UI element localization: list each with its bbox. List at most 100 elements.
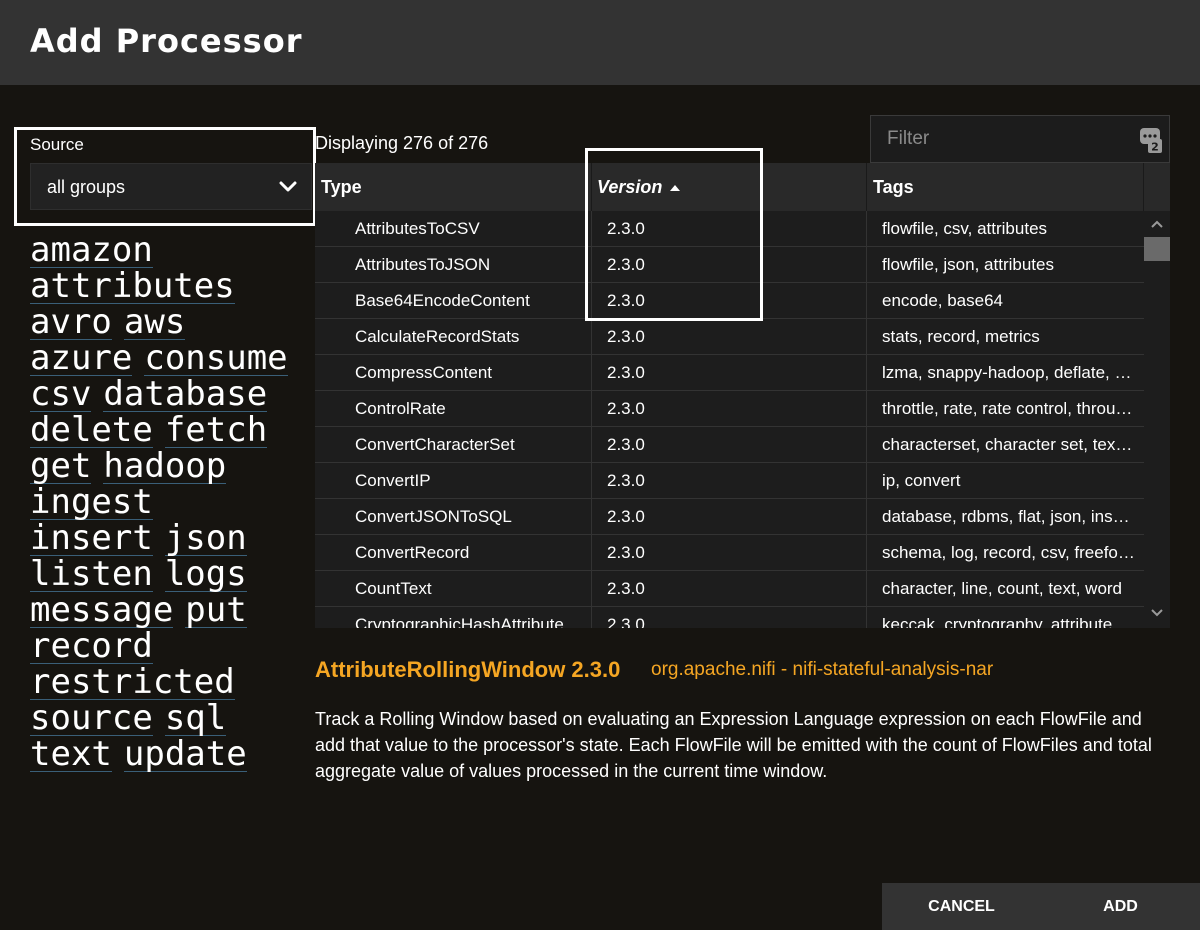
tag-cloud-line: avro aws (30, 305, 300, 341)
cell-type: ConvertJSONToSQL (315, 499, 592, 535)
filter-badge: 2 (1151, 141, 1159, 154)
cell-type: ConvertRecord (315, 535, 592, 571)
tag-cloud: amazon attributes avro aws azure consume csv da… (30, 233, 300, 773)
source-select[interactable]: all groups (30, 163, 312, 210)
cell-type: ConvertIP (315, 463, 592, 499)
cell-type: CountText (315, 571, 592, 607)
cell-tags: stats, record, metrics (882, 327, 1040, 346)
tag-link[interactable]: consume (144, 341, 288, 376)
tag-link[interactable]: avro (30, 305, 112, 340)
tag-link[interactable]: insert (30, 521, 153, 556)
scroll-up-icon[interactable] (1151, 219, 1163, 229)
cell-tags: schema, log, record, csv, freefo… (882, 543, 1135, 562)
selected-processor-bundle: org.apache.nifi - nifi-stateful-analysis… (651, 659, 994, 680)
cell-tags: lzma, snappy-hadoop, deflate, … (882, 363, 1132, 382)
tag-link[interactable]: json (164, 521, 247, 556)
tag-link[interactable]: logs (164, 557, 247, 592)
cell-type: ControlRate (315, 391, 592, 427)
tag-cloud-line: source sql (30, 701, 300, 737)
tag-link[interactable]: restricted (30, 665, 235, 700)
cell-tags: flowfile, csv, attributes (882, 219, 1048, 238)
column-header-type-label: Type (321, 177, 362, 197)
cell-type: CompressContent (315, 355, 592, 391)
table-row[interactable]: ConvertIP 2.3.0 ip, convert (315, 463, 1144, 499)
tag-cloud-line: delete fetch (30, 413, 300, 449)
cell-version: 2.3.0 (592, 499, 867, 535)
tag-link[interactable]: text (30, 737, 112, 772)
tag-link[interactable]: record (30, 629, 153, 664)
tag-link[interactable]: hadoop (103, 449, 227, 484)
cell-type: CalculateRecordStats (315, 319, 592, 355)
table-row[interactable]: ConvertCharacterSet 2.3.0 characterset, ch… (315, 427, 1144, 463)
cell-version: 2.3.0 (592, 427, 867, 463)
cell-tags: keccak, cryptography, attribute… (882, 615, 1130, 628)
cell-version: 2.3.0 (592, 391, 867, 427)
tag-link[interactable]: amazon (30, 233, 153, 268)
tag-link[interactable]: database (103, 377, 268, 412)
tag-link[interactable]: update (123, 737, 247, 772)
chevron-down-icon (279, 181, 297, 192)
tag-link[interactable]: attributes (30, 269, 235, 304)
cell-type: AttributesToJSON (315, 247, 592, 283)
grid-rows: AttributesToCSV 2.3.0 flowfile, csv, attri… (315, 211, 1144, 628)
tag-link[interactable]: aws (123, 305, 186, 340)
cell-tags: encode, base64 (882, 291, 1003, 310)
column-header-version[interactable]: Version (592, 163, 867, 211)
table-row[interactable]: AttributesToCSV 2.3.0 flowfile, csv, attri… (315, 211, 1144, 247)
cell-tags: flowfile, json, attributes (882, 255, 1054, 274)
tag-cloud-line: message put (30, 593, 300, 629)
dialog-button-bar: CANCEL ADD (882, 883, 1200, 930)
tag-cloud-line: record (30, 629, 300, 665)
selected-processor-name: AttributeRollingWindow 2.3.0 (315, 657, 621, 682)
cell-version: 2.3.0 (592, 355, 867, 391)
table-row[interactable]: CalculateRecordStats 2.3.0 stats, record, … (315, 319, 1144, 355)
tag-link[interactable]: get (30, 449, 92, 484)
tag-link[interactable]: csv (30, 377, 92, 412)
cell-version: 2.3.0 (592, 319, 867, 355)
cell-version: 2.3.0 (592, 571, 867, 607)
tag-link[interactable]: listen (30, 557, 153, 592)
tag-link[interactable]: ingest (30, 485, 153, 520)
source-select-value: all groups (47, 177, 126, 197)
column-header-type[interactable]: Type (315, 163, 592, 211)
processor-grid: Type Version Tags AttributesToCSV 2.3.0 fl… (315, 163, 1170, 628)
table-row[interactable]: AttributesToJSON 2.3.0 flowfile, json, att… (315, 247, 1144, 283)
cell-version: 2.3.0 (592, 247, 867, 283)
cell-tags: characterset, character set, tex… (882, 435, 1133, 454)
tag-link[interactable]: sql (164, 701, 227, 736)
cell-type: AttributesToCSV (315, 211, 592, 247)
tag-cloud-line: azure consume (30, 341, 300, 377)
tag-link[interactable]: put (185, 593, 247, 628)
cell-type: CryptographicHashAttribute (315, 607, 592, 628)
tag-cloud-line: get hadoop (30, 449, 300, 485)
grid-scrollbar[interactable] (1144, 211, 1170, 628)
tag-cloud-line: amazon (30, 233, 300, 269)
table-row[interactable]: Base64EncodeContent 2.3.0 encode, base64 (315, 283, 1144, 319)
table-row[interactable]: CompressContent 2.3.0 lzma, snappy-hadoop,… (315, 355, 1144, 391)
tag-link[interactable]: azure (30, 341, 133, 376)
table-row[interactable]: CountText 2.3.0 character, line, count, te… (315, 571, 1144, 607)
filter-input[interactable] (871, 116, 1131, 162)
tag-link[interactable]: source (30, 701, 153, 736)
tag-cloud-line: insert json (30, 521, 300, 557)
tag-link[interactable]: delete (30, 413, 153, 448)
column-header-tags[interactable]: Tags (867, 163, 1144, 211)
cell-type: ConvertCharacterSet (315, 427, 592, 463)
scrollbar-thumb[interactable] (1144, 237, 1170, 261)
cancel-button[interactable]: CANCEL (882, 883, 1041, 930)
cell-tags: throttle, rate, rate control, throu… (882, 399, 1133, 418)
tag-cloud-line: text update (30, 737, 300, 773)
filter-field[interactable]: 2 (870, 115, 1170, 163)
scroll-down-icon[interactable] (1151, 608, 1163, 618)
table-row[interactable]: ControlRate 2.3.0 throttle, rate, rate con… (315, 391, 1144, 427)
table-row[interactable]: ConvertRecord 2.3.0 schema, log, record, c… (315, 535, 1144, 571)
add-button[interactable]: ADD (1041, 883, 1200, 930)
tag-cloud-line: csv database (30, 377, 300, 413)
tag-link[interactable]: message (30, 593, 174, 628)
filter-options-icon[interactable]: 2 (1139, 126, 1163, 154)
table-row[interactable]: CryptographicHashAttribute 2.3.0 keccak, c… (315, 607, 1144, 628)
tag-cloud-line: attributes (30, 269, 300, 305)
tag-link[interactable]: fetch (164, 413, 268, 448)
cell-tags: character, line, count, text, word (882, 579, 1123, 598)
table-row[interactable]: ConvertJSONToSQL 2.3.0 database, rdbms, fl… (315, 499, 1144, 535)
